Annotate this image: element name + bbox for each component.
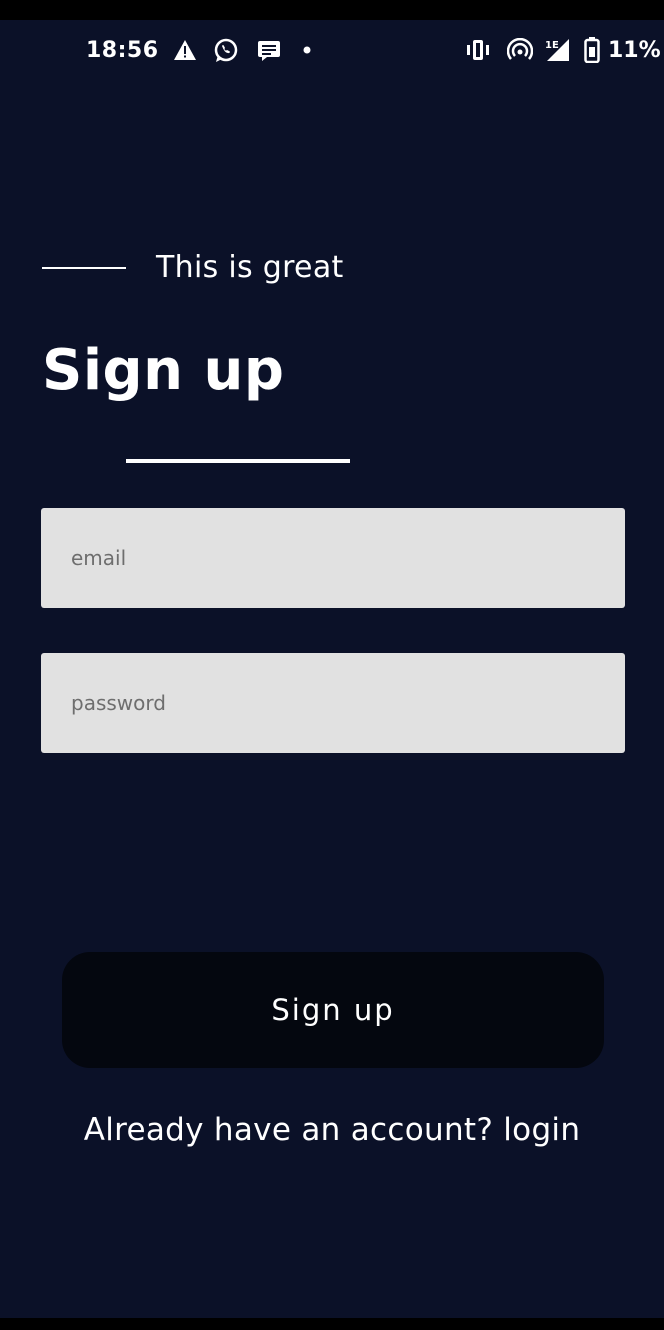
login-prompt-row: Already have an account? login bbox=[0, 1112, 664, 1148]
signal-icon: 1E bbox=[542, 36, 572, 64]
whatsapp-icon bbox=[212, 36, 240, 64]
status-bar: 18:56 1E 11% bbox=[0, 20, 664, 82]
battery-icon bbox=[582, 36, 602, 64]
message-icon bbox=[256, 36, 282, 64]
signup-screen: 18:56 1E 11% This is great Sign up email… bbox=[0, 20, 664, 1318]
tagline-divider bbox=[42, 267, 126, 269]
page-title: Sign up bbox=[42, 338, 285, 403]
vibrate-icon bbox=[462, 36, 494, 64]
email-field[interactable] bbox=[41, 508, 625, 608]
svg-text:1E: 1E bbox=[545, 40, 559, 51]
title-underline bbox=[126, 459, 350, 463]
status-time: 18:56 bbox=[86, 38, 159, 63]
password-field[interactable] bbox=[41, 653, 625, 753]
warning-icon bbox=[172, 36, 198, 64]
login-link[interactable]: login bbox=[503, 1112, 580, 1148]
login-prompt-text: Already have an account? bbox=[83, 1112, 494, 1148]
signup-button[interactable]: Sign up bbox=[62, 952, 604, 1068]
hotspot-icon bbox=[506, 36, 534, 64]
dot-icon bbox=[300, 36, 314, 64]
tagline: This is great bbox=[156, 250, 344, 285]
battery-percent: 11% bbox=[608, 38, 661, 63]
